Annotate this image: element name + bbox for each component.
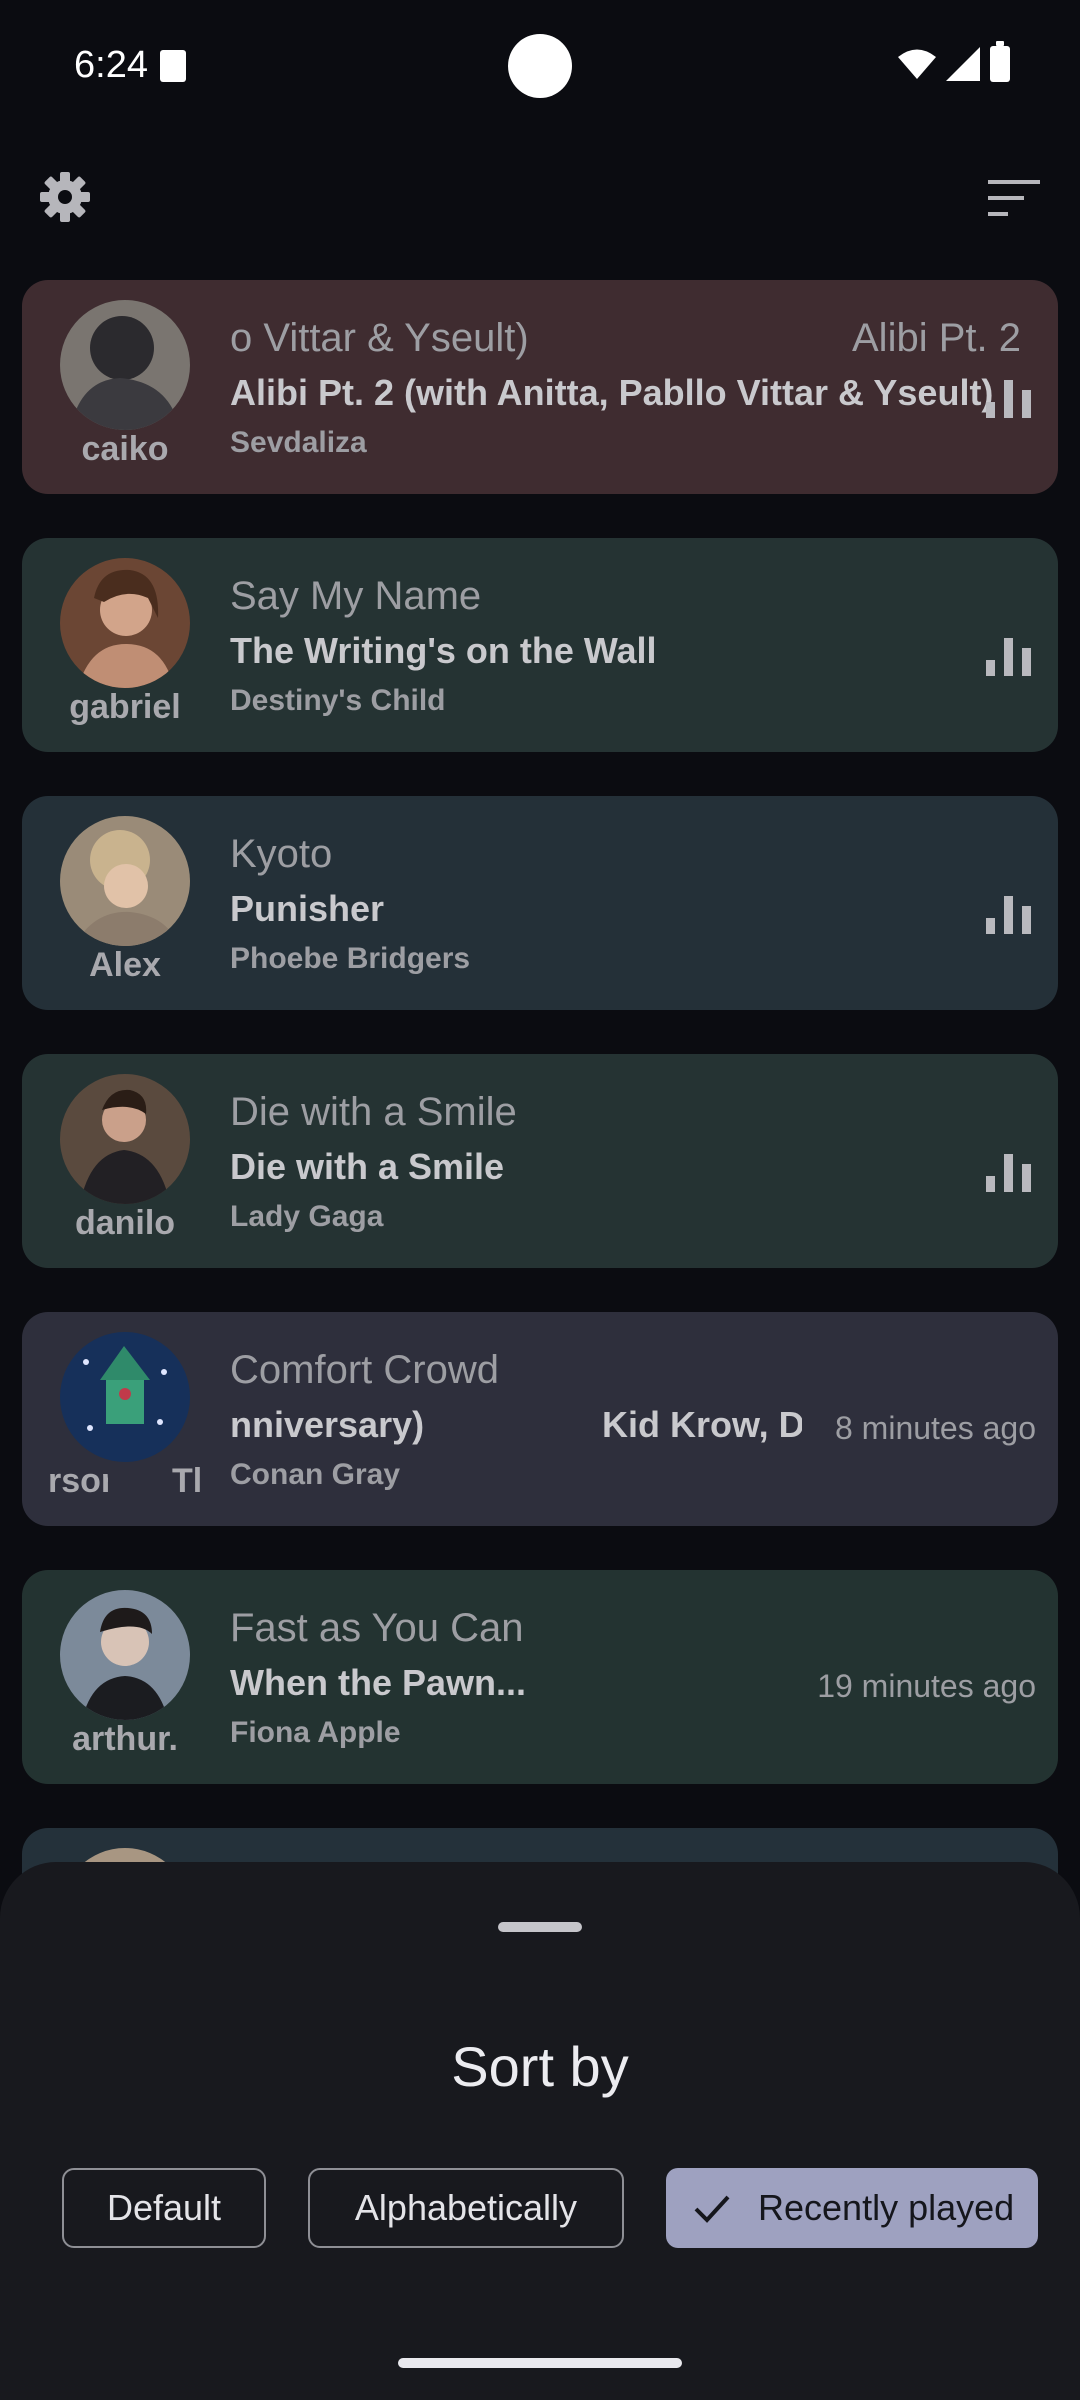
sort-bottom-sheet: Sort by Default Alphabetically Recently … [0, 1862, 1080, 2400]
equalizer-bars-icon [986, 380, 1031, 418]
track-title-marquee-repeat: Alibi Pt. 2 ( [852, 316, 1032, 360]
track-title-marquee: o Vittar & Yseult) [230, 316, 529, 360]
avatar [60, 1074, 190, 1204]
track-title: Die with a Smile [230, 1090, 517, 1134]
listening-card[interactable]: rson Tl Comfort Crowd nniversary) Kid Kr… [22, 1312, 1058, 1526]
listening-card[interactable]: Alex Kyoto Punisher Phoebe Bridgers [22, 796, 1058, 1010]
cell-signal-icon [946, 47, 980, 81]
artist-name: Conan Gray [230, 1458, 401, 1491]
system-icons [898, 41, 1010, 82]
username-marquee-repeat: Tl [172, 1462, 203, 1500]
played-time-ago: 8 minutes ago [834, 1410, 1036, 1446]
avatar [60, 1332, 190, 1462]
username: danilo [74, 1204, 176, 1242]
album-name: Alibi Pt. 2 (with Anitta, Pabllo Vittar … [230, 372, 994, 413]
avatar [60, 1590, 190, 1720]
sort-option-default[interactable]: Default [62, 2168, 266, 2248]
chip-label: Default [106, 2187, 222, 2228]
sort-lines-icon[interactable] [988, 178, 1040, 218]
track-title: Kyoto [230, 832, 333, 876]
artist-name: Sevdaliza [230, 426, 367, 459]
album-name: Die with a Smile [230, 1146, 505, 1187]
gesture-nav-bar[interactable] [398, 2358, 682, 2368]
artist-name: Destiny's Child [230, 684, 446, 717]
track-title: Say My Name [230, 574, 482, 618]
username: arthur. [72, 1720, 178, 1758]
avatar [60, 816, 190, 946]
sort-option-recently-played[interactable]: Recently played [666, 2168, 1038, 2248]
username: caiko [81, 430, 169, 468]
chip-label: Recently played [758, 2187, 1015, 2228]
equalizer-bars-icon [986, 896, 1031, 934]
album-name-marquee: nniversary) [230, 1404, 425, 1445]
equalizer-bars-icon [986, 638, 1031, 676]
album-name: The Writing's on the Wall [230, 630, 657, 671]
chip-label: Alphabetically [354, 2187, 578, 2228]
album-name: When the Pawn... [230, 1662, 527, 1703]
artist-name: Phoebe Bridgers [230, 942, 471, 975]
listening-card[interactable]: caiko o Vittar & Yseult) Alibi Pt. 2 ( A… [22, 280, 1058, 494]
avatar [60, 300, 190, 430]
sheet-title: Sort by [451, 2035, 629, 2098]
drag-handle[interactable] [498, 1922, 582, 1932]
username-marquee: rson [48, 1462, 108, 1500]
front-camera-cutout [508, 34, 572, 98]
wifi-icon [898, 49, 936, 79]
gear-icon[interactable] [38, 170, 92, 224]
username: Alex [89, 946, 161, 984]
sd-card-icon [160, 50, 186, 82]
battery-icon [990, 41, 1010, 82]
track-title: Fast as You Can [230, 1606, 524, 1650]
username: gabriel [69, 688, 181, 726]
album-name: Punisher [230, 888, 385, 929]
listening-card[interactable]: danilo Die with a Smile Die with a Smile… [22, 1054, 1058, 1268]
status-time: 6:24 [74, 44, 148, 86]
check-icon [694, 2195, 730, 2223]
album-name-marquee-repeat: Kid Krow, De [602, 1404, 802, 1445]
equalizer-bars-icon [986, 1154, 1031, 1192]
avatar [60, 558, 190, 688]
status-bar: 6:24 [0, 0, 1080, 130]
track-title: Comfort Crowd [230, 1348, 499, 1392]
listening-card[interactable]: gabriel Say My Name The Writing's on the… [22, 538, 1058, 752]
artist-name: Lady Gaga [230, 1200, 384, 1233]
listening-card[interactable]: arthur. Fast as You Can When the Pawn...… [22, 1570, 1058, 1784]
artist-name: Fiona Apple [230, 1716, 401, 1749]
played-time-ago: 19 minutes ago [817, 1668, 1036, 1704]
sort-option-alphabetically[interactable]: Alphabetically [308, 2168, 624, 2248]
